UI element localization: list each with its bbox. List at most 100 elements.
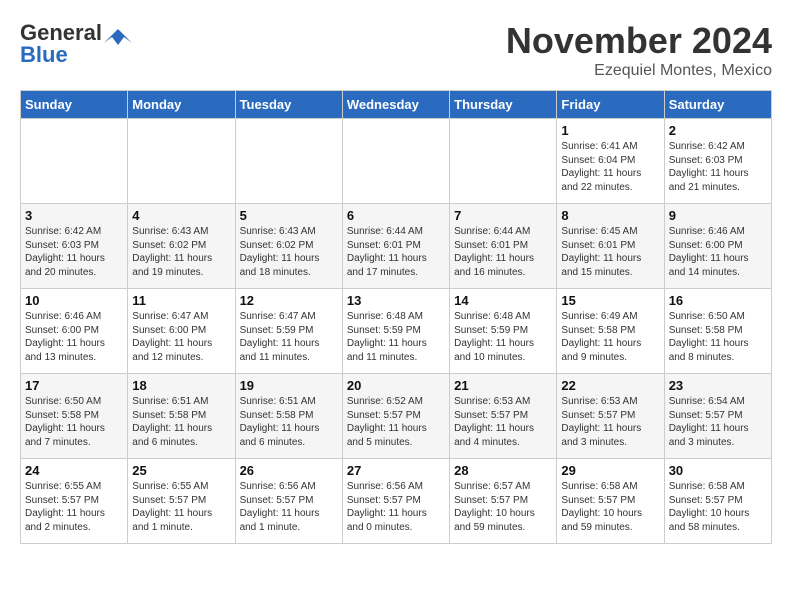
calendar-day-cell: 11 Sunrise: 6:47 AM Sunset: 6:00 PM Dayli… (128, 289, 235, 374)
day-number: 23 (669, 378, 767, 393)
logo-bird-icon (104, 27, 132, 45)
day-number: 24 (25, 463, 123, 478)
calendar-day-cell: 16 Sunrise: 6:50 AM Sunset: 5:58 PM Dayli… (664, 289, 771, 374)
day-number: 7 (454, 208, 552, 223)
day-info: Sunrise: 6:56 AM Sunset: 5:57 PM Dayligh… (240, 480, 338, 534)
day-info: Sunrise: 6:53 AM Sunset: 5:57 PM Dayligh… (561, 395, 659, 449)
calendar-day-cell: 19 Sunrise: 6:51 AM Sunset: 5:58 PM Dayli… (235, 374, 342, 459)
day-number: 1 (561, 123, 659, 138)
day-info: Sunrise: 6:58 AM Sunset: 5:57 PM Dayligh… (561, 480, 659, 534)
calendar-day-cell: 5 Sunrise: 6:43 AM Sunset: 6:02 PM Daylig… (235, 204, 342, 289)
calendar-day-cell: 29 Sunrise: 6:58 AM Sunset: 5:57 PM Dayli… (557, 459, 664, 544)
day-info: Sunrise: 6:42 AM Sunset: 6:03 PM Dayligh… (669, 140, 767, 194)
calendar-day-cell: 20 Sunrise: 6:52 AM Sunset: 5:57 PM Dayli… (342, 374, 449, 459)
calendar-day-cell: 23 Sunrise: 6:54 AM Sunset: 5:57 PM Dayli… (664, 374, 771, 459)
calendar-week-row: 1 Sunrise: 6:41 AM Sunset: 6:04 PM Daylig… (21, 119, 772, 204)
day-info: Sunrise: 6:54 AM Sunset: 5:57 PM Dayligh… (669, 395, 767, 449)
day-number: 11 (132, 293, 230, 308)
weekday-header-cell: Saturday (664, 91, 771, 119)
calendar-day-cell: 22 Sunrise: 6:53 AM Sunset: 5:57 PM Dayli… (557, 374, 664, 459)
logo: General Blue (20, 20, 132, 68)
day-info: Sunrise: 6:58 AM Sunset: 5:57 PM Dayligh… (669, 480, 767, 534)
day-info: Sunrise: 6:55 AM Sunset: 5:57 PM Dayligh… (25, 480, 123, 534)
day-info: Sunrise: 6:46 AM Sunset: 6:00 PM Dayligh… (25, 310, 123, 364)
day-number: 9 (669, 208, 767, 223)
calendar-day-cell: 7Sunrise: 6:44 AM Sunset: 6:01 PM Daylig… (450, 204, 557, 289)
day-number: 18 (132, 378, 230, 393)
day-info: Sunrise: 6:51 AM Sunset: 5:58 PM Dayligh… (240, 395, 338, 449)
day-info: Sunrise: 6:52 AM Sunset: 5:57 PM Dayligh… (347, 395, 445, 449)
day-info: Sunrise: 6:55 AM Sunset: 5:57 PM Dayligh… (132, 480, 230, 534)
day-number: 4 (132, 208, 230, 223)
calendar-day-cell: 13 Sunrise: 6:48 AM Sunset: 5:59 PM Dayli… (342, 289, 449, 374)
location-subtitle: Ezequiel Montes, Mexico (506, 62, 772, 80)
calendar-day-cell: 30 Sunrise: 6:58 AM Sunset: 5:57 PM Dayli… (664, 459, 771, 544)
day-info: Sunrise: 6:47 AM Sunset: 6:00 PM Dayligh… (132, 310, 230, 364)
calendar-day-cell (450, 119, 557, 204)
day-number: 28 (454, 463, 552, 478)
calendar-day-cell: 4 Sunrise: 6:43 AM Sunset: 6:02 PM Daylig… (128, 204, 235, 289)
calendar-day-cell (21, 119, 128, 204)
day-info: Sunrise: 6:50 AM Sunset: 5:58 PM Dayligh… (25, 395, 123, 449)
day-number: 20 (347, 378, 445, 393)
day-number: 19 (240, 378, 338, 393)
day-number: 26 (240, 463, 338, 478)
calendar-week-row: 3 Sunrise: 6:42 AM Sunset: 6:03 PM Daylig… (21, 204, 772, 289)
day-number: 16 (669, 293, 767, 308)
weekday-header-cell: Thursday (450, 91, 557, 119)
calendar-day-cell: 21Sunrise: 6:53 AM Sunset: 5:57 PM Dayli… (450, 374, 557, 459)
calendar-day-cell: 27 Sunrise: 6:56 AM Sunset: 5:57 PM Dayli… (342, 459, 449, 544)
calendar-day-cell: 3 Sunrise: 6:42 AM Sunset: 6:03 PM Daylig… (21, 204, 128, 289)
title-area: November 2024 Ezequiel Montes, Mexico (506, 20, 772, 80)
calendar-day-cell: 28 Sunrise: 6:57 AM Sunset: 5:57 PM Dayli… (450, 459, 557, 544)
month-title: November 2024 (506, 20, 772, 62)
day-number: 6 (347, 208, 445, 223)
calendar-day-cell: 14Sunrise: 6:48 AM Sunset: 5:59 PM Dayli… (450, 289, 557, 374)
calendar-day-cell: 2 Sunrise: 6:42 AM Sunset: 6:03 PM Daylig… (664, 119, 771, 204)
calendar-day-cell: 8Sunrise: 6:45 AM Sunset: 6:01 PM Daylig… (557, 204, 664, 289)
day-number: 21 (454, 378, 552, 393)
day-info: Sunrise: 6:48 AM Sunset: 5:59 PM Dayligh… (347, 310, 445, 364)
calendar-day-cell (235, 119, 342, 204)
day-info: Sunrise: 6:43 AM Sunset: 6:02 PM Dayligh… (132, 225, 230, 279)
calendar-day-cell: 17 Sunrise: 6:50 AM Sunset: 5:58 PM Dayli… (21, 374, 128, 459)
day-number: 3 (25, 208, 123, 223)
day-info: Sunrise: 6:50 AM Sunset: 5:58 PM Dayligh… (669, 310, 767, 364)
day-number: 22 (561, 378, 659, 393)
weekday-header-cell: Wednesday (342, 91, 449, 119)
calendar-day-cell: 25Sunrise: 6:55 AM Sunset: 5:57 PM Dayli… (128, 459, 235, 544)
weekday-header-row: SundayMondayTuesdayWednesdayThursdayFrid… (21, 91, 772, 119)
weekday-header-cell: Sunday (21, 91, 128, 119)
day-info: Sunrise: 6:51 AM Sunset: 5:58 PM Dayligh… (132, 395, 230, 449)
header: General Blue November 2024 Ezequiel Mont… (20, 20, 772, 80)
calendar-body: 1 Sunrise: 6:41 AM Sunset: 6:04 PM Daylig… (21, 119, 772, 544)
weekday-header-cell: Friday (557, 91, 664, 119)
day-number: 8 (561, 208, 659, 223)
day-number: 10 (25, 293, 123, 308)
logo-blue-text: Blue (20, 42, 68, 68)
calendar-day-cell: 10 Sunrise: 6:46 AM Sunset: 6:00 PM Dayli… (21, 289, 128, 374)
day-number: 17 (25, 378, 123, 393)
day-info: Sunrise: 6:44 AM Sunset: 6:01 PM Dayligh… (347, 225, 445, 279)
calendar-day-cell: 26 Sunrise: 6:56 AM Sunset: 5:57 PM Dayli… (235, 459, 342, 544)
calendar-day-cell (128, 119, 235, 204)
day-info: Sunrise: 6:47 AM Sunset: 5:59 PM Dayligh… (240, 310, 338, 364)
day-number: 5 (240, 208, 338, 223)
day-number: 29 (561, 463, 659, 478)
calendar-day-cell: 18 Sunrise: 6:51 AM Sunset: 5:58 PM Dayli… (128, 374, 235, 459)
day-number: 30 (669, 463, 767, 478)
day-info: Sunrise: 6:41 AM Sunset: 6:04 PM Dayligh… (561, 140, 659, 194)
day-info: Sunrise: 6:42 AM Sunset: 6:03 PM Dayligh… (25, 225, 123, 279)
day-info: Sunrise: 6:56 AM Sunset: 5:57 PM Dayligh… (347, 480, 445, 534)
day-number: 2 (669, 123, 767, 138)
calendar-week-row: 24 Sunrise: 6:55 AM Sunset: 5:57 PM Dayli… (21, 459, 772, 544)
day-info: Sunrise: 6:43 AM Sunset: 6:02 PM Dayligh… (240, 225, 338, 279)
weekday-header-cell: Monday (128, 91, 235, 119)
day-number: 13 (347, 293, 445, 308)
calendar-table: SundayMondayTuesdayWednesdayThursdayFrid… (20, 90, 772, 544)
day-info: Sunrise: 6:57 AM Sunset: 5:57 PM Dayligh… (454, 480, 552, 534)
day-number: 14 (454, 293, 552, 308)
day-number: 15 (561, 293, 659, 308)
day-number: 27 (347, 463, 445, 478)
day-info: Sunrise: 6:49 AM Sunset: 5:58 PM Dayligh… (561, 310, 659, 364)
